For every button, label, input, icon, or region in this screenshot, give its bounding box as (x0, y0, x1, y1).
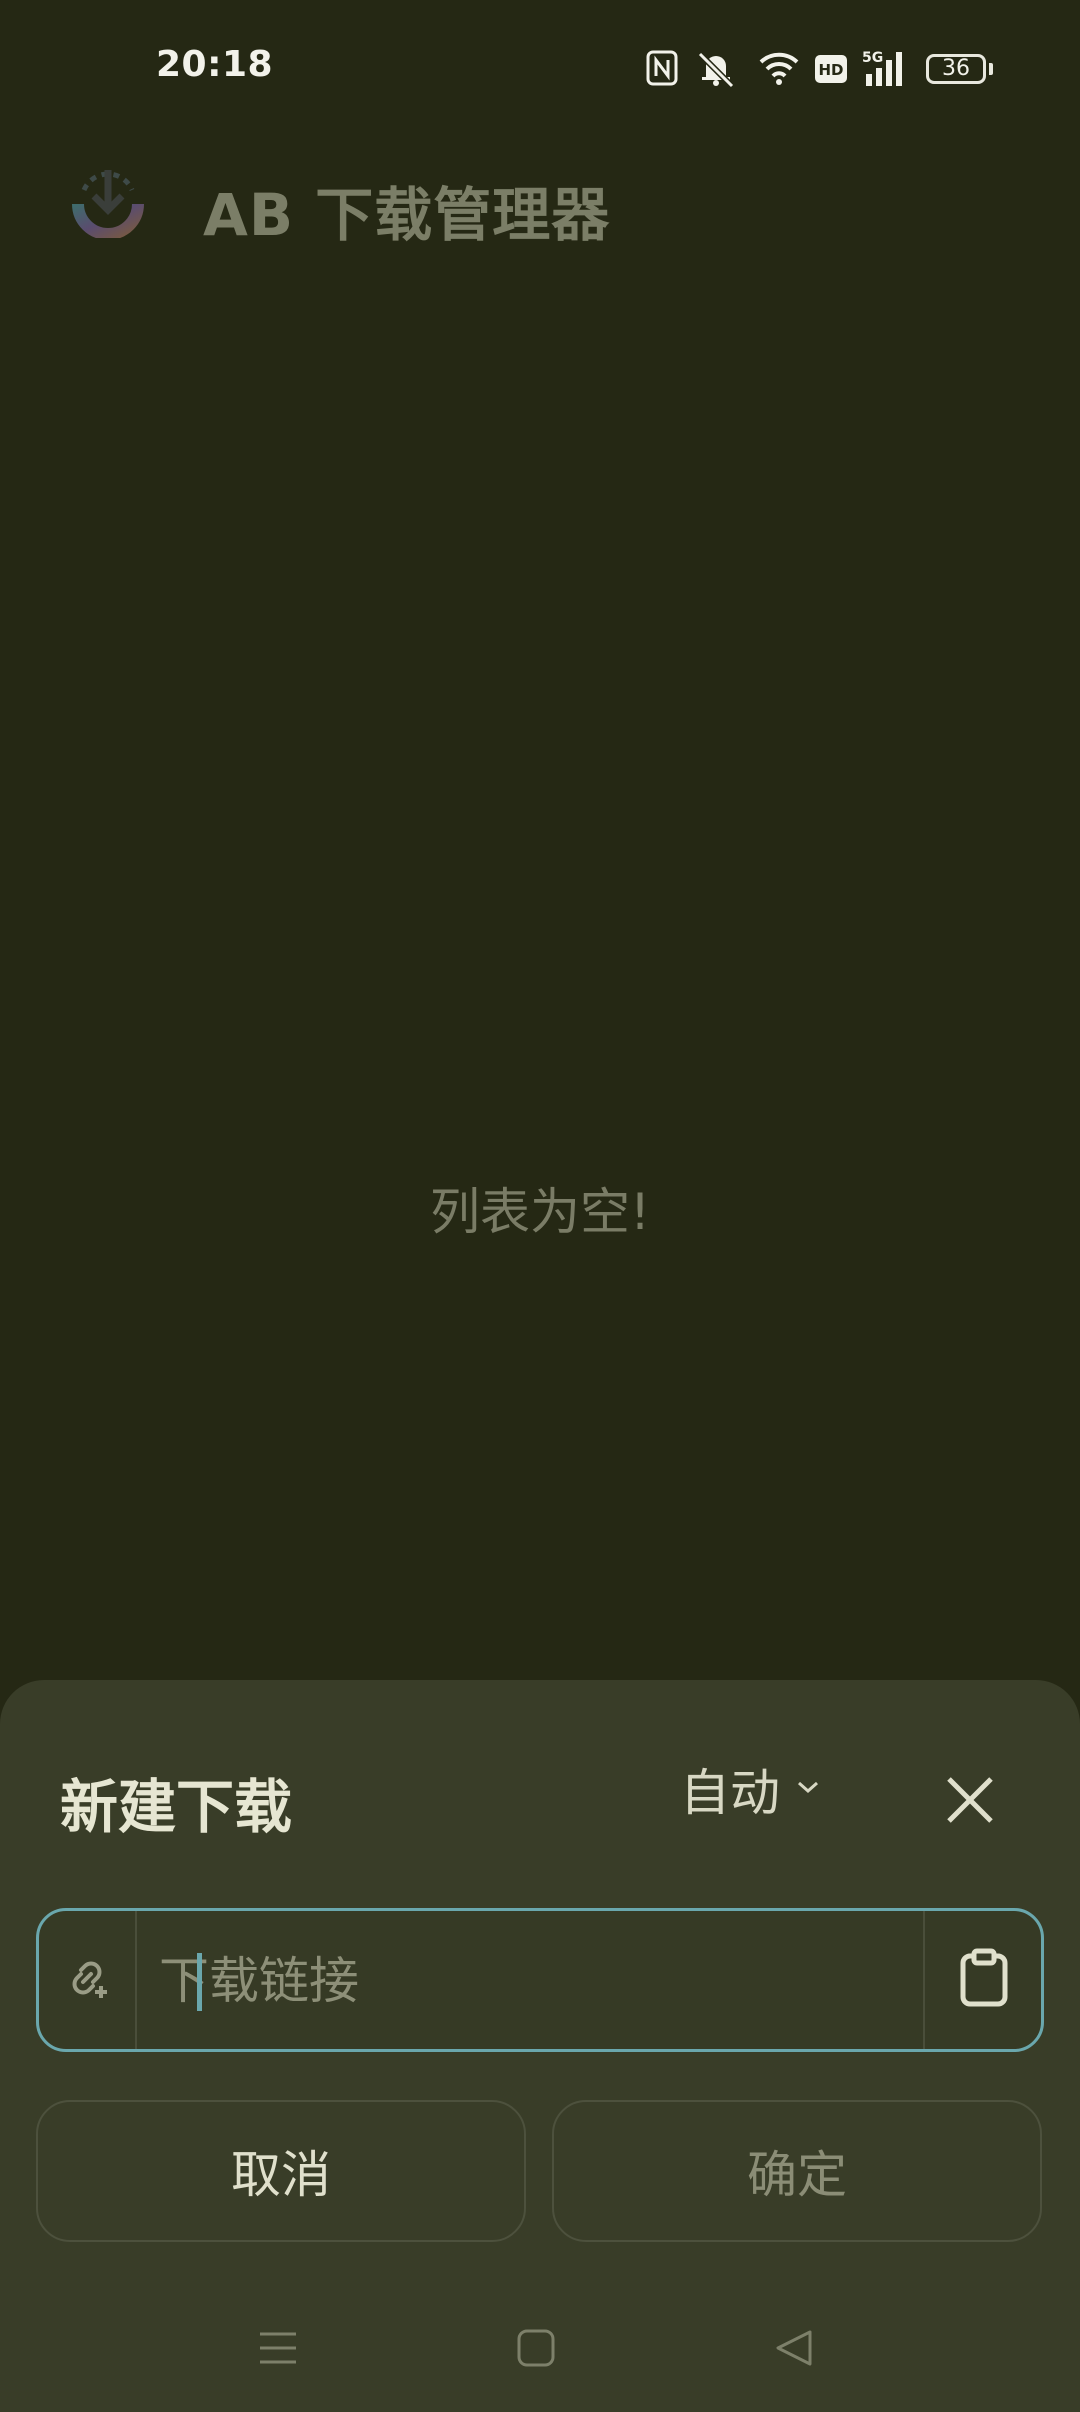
paste-button[interactable] (923, 1911, 1043, 2049)
back-icon[interactable] (764, 2318, 824, 2378)
download-logo-icon (70, 162, 146, 240)
close-button[interactable] (930, 1762, 1010, 1842)
url-field (36, 1908, 1044, 2052)
menu-icon[interactable] (248, 2318, 308, 2378)
empty-list-message: 列表为空! (429, 1183, 651, 1241)
url-input[interactable] (157, 1941, 941, 2021)
add-link-icon-wrap (39, 1911, 137, 2049)
battery-icon: 36 (926, 54, 986, 84)
mode-dropdown[interactable]: 自动 (680, 1754, 820, 1824)
wifi-icon (758, 50, 800, 90)
svg-text:HD: HD (818, 61, 843, 79)
clipboard-icon (959, 1948, 1009, 2012)
close-icon (945, 1775, 995, 1829)
system-nav-bar (0, 2290, 1080, 2412)
text-caret (197, 1953, 202, 2011)
app-header: AB 下载管理器 (0, 150, 1080, 260)
battery-tip (989, 63, 993, 75)
5g-signal-icon: 5G (862, 48, 912, 92)
nfc-icon (646, 50, 678, 90)
status-time: 20:18 (156, 44, 274, 85)
add-link-icon (63, 1954, 111, 2006)
sheet-title: 新建下载 (60, 1773, 293, 1841)
mode-label: 自动 (680, 1764, 780, 1822)
hd-icon: HD (814, 54, 848, 88)
status-bar: 20:18 HD 5G 36 (0, 0, 1080, 140)
chevron-down-icon (796, 1779, 820, 1799)
app-title: AB 下载管理器 (203, 181, 611, 249)
home-icon[interactable] (506, 2318, 566, 2378)
svg-text:5G: 5G (862, 50, 883, 66)
mute-bell-icon (696, 50, 736, 92)
cancel-button[interactable]: 取消 (36, 2100, 526, 2242)
confirm-button[interactable]: 确定 (552, 2100, 1042, 2242)
